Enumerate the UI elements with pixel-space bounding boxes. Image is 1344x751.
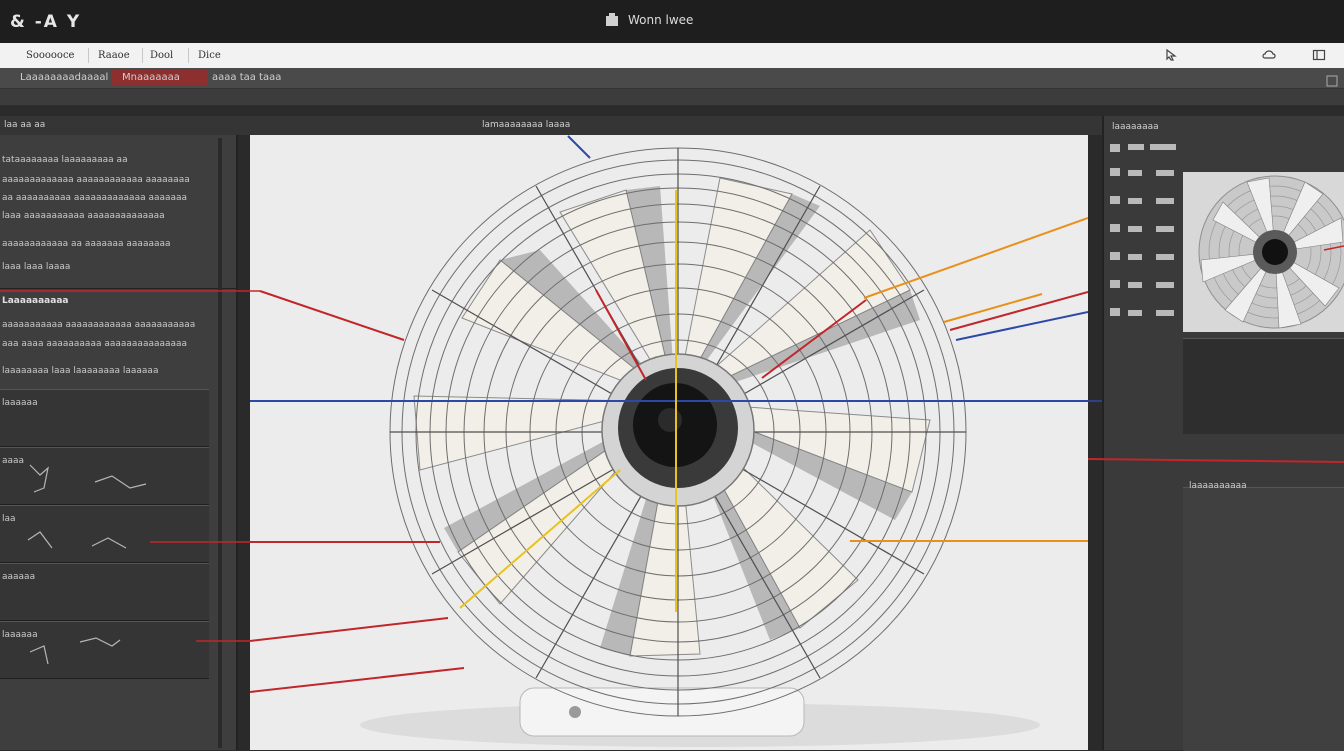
fan-illustration (0, 135, 1344, 747)
